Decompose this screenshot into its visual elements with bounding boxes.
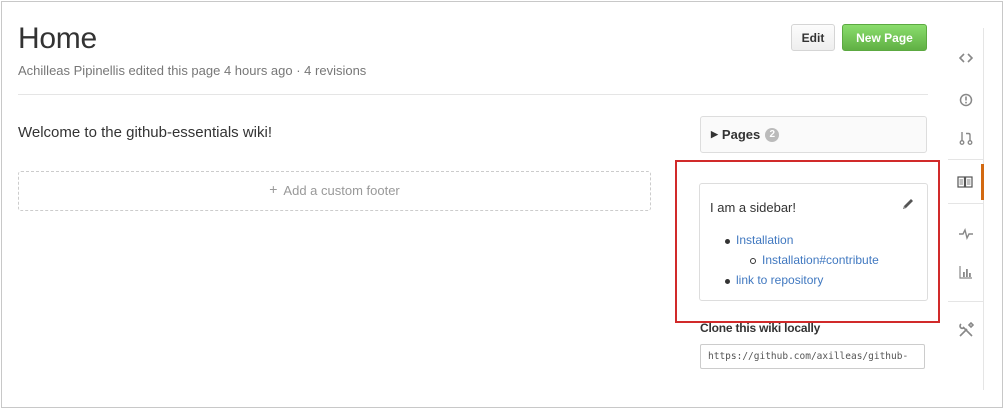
nav-wiki[interactable] bbox=[948, 164, 984, 200]
header-divider bbox=[18, 94, 928, 95]
nav-issues[interactable] bbox=[948, 82, 984, 118]
pages-label: Pages bbox=[721, 127, 761, 142]
pages-toggle[interactable]: ▶ Pages 2 bbox=[700, 116, 927, 153]
graph-icon bbox=[959, 266, 972, 279]
nav-graphs[interactable] bbox=[948, 254, 984, 290]
nav-divider bbox=[948, 203, 984, 204]
nav-settings[interactable] bbox=[948, 312, 984, 348]
pulse-icon bbox=[959, 228, 973, 240]
plus-icon: + bbox=[269, 181, 278, 197]
page-title: Home bbox=[18, 22, 97, 55]
nav-divider bbox=[948, 159, 984, 160]
clone-url-input[interactable]: https://github.com/axilleas/github- bbox=[700, 344, 925, 369]
caret-right-icon: ▶ bbox=[711, 129, 718, 139]
add-footer-button[interactable]: + Add a custom footer bbox=[18, 171, 651, 211]
tools-icon bbox=[959, 322, 974, 337]
edit-button[interactable]: Edit bbox=[791, 24, 835, 51]
wiki-content: Welcome to the github-essentials wiki! bbox=[18, 124, 273, 141]
repo-nav bbox=[948, 28, 984, 390]
nav-divider bbox=[948, 301, 984, 302]
clone-label: Clone this wiki locally bbox=[700, 321, 821, 335]
page-meta: Achilleas Pipinellis edited this page 4 … bbox=[18, 63, 367, 78]
highlight-box bbox=[675, 160, 940, 323]
nav-pull-requests[interactable] bbox=[948, 120, 984, 156]
pull-request-icon bbox=[959, 132, 973, 145]
new-page-button[interactable]: New Page bbox=[842, 24, 927, 51]
nav-pulse[interactable] bbox=[948, 216, 984, 252]
add-footer-label: Add a custom footer bbox=[283, 183, 400, 198]
pages-count-badge: 2 bbox=[765, 127, 780, 142]
code-icon bbox=[959, 53, 973, 63]
nav-code[interactable] bbox=[948, 40, 984, 76]
issue-icon bbox=[959, 93, 973, 107]
book-icon bbox=[956, 176, 973, 188]
